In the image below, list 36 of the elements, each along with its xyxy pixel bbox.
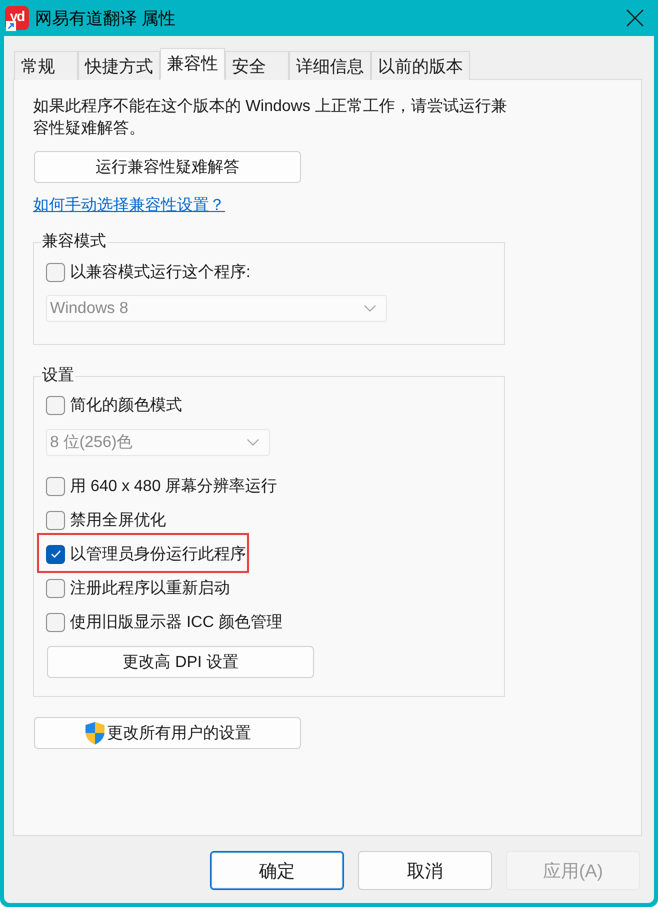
checkbox[interactable]	[46, 544, 65, 564]
tab[interactable]: 常规	[14, 51, 78, 80]
checkbox[interactable]	[46, 578, 65, 598]
group-label: 设置	[41, 367, 75, 385]
dialog-button[interactable]: 确定	[210, 851, 344, 890]
check-icon	[50, 550, 60, 558]
dialog-button[interactable]: 取消	[358, 851, 492, 890]
checkbox[interactable]	[46, 476, 65, 496]
shield-icon	[84, 721, 106, 745]
tab[interactable]: 以前的版本	[371, 51, 470, 80]
close-icon	[626, 9, 644, 27]
checkbox-label: 以兼容模式运行这个程序:	[70, 262, 250, 282]
window-title: 网易有道翻译 属性	[35, 8, 176, 30]
checkbox-label: 以管理员身份运行此程序	[70, 544, 246, 564]
checkbox-label: 使用旧版显示器 ICC 颜色管理	[70, 612, 282, 632]
chevron-down-icon	[364, 305, 376, 312]
description-text: 如果此程序不能在这个版本的 Windows 上正常工作，请尝试运行兼容性疑难解答。	[33, 96, 508, 139]
tab[interactable]: 快捷方式	[78, 51, 160, 80]
troubleshoot-button[interactable]: 运行兼容性疑难解答	[34, 151, 301, 183]
tab[interactable]: 安全	[225, 51, 289, 80]
checkbox[interactable]	[46, 510, 65, 530]
tab[interactable]: 兼容性	[160, 48, 225, 80]
checkbox[interactable]	[46, 262, 65, 282]
checkbox[interactable]	[46, 396, 65, 414]
help-link[interactable]: 如何手动选择兼容性设置？	[33, 195, 225, 217]
shortcut-arrow-icon	[6, 21, 16, 31]
checkbox-label: 禁用全屏优化	[70, 510, 166, 530]
checkbox-label: 用 640 x 480 屏幕分辨率运行	[70, 476, 278, 496]
tab[interactable]: 详细信息	[289, 51, 371, 80]
dpi-settings-button[interactable]: 更改高 DPI 设置	[47, 646, 314, 678]
group-label: 兼容模式	[41, 233, 107, 251]
all-users-settings-button[interactable]: 更改所有用户的设置	[34, 717, 301, 749]
checkbox-label: 注册此程序以重新启动	[70, 578, 230, 598]
checkbox[interactable]	[46, 612, 65, 632]
checkbox-label: 简化的颜色模式	[70, 396, 182, 416]
chevron-down-icon	[247, 439, 259, 446]
